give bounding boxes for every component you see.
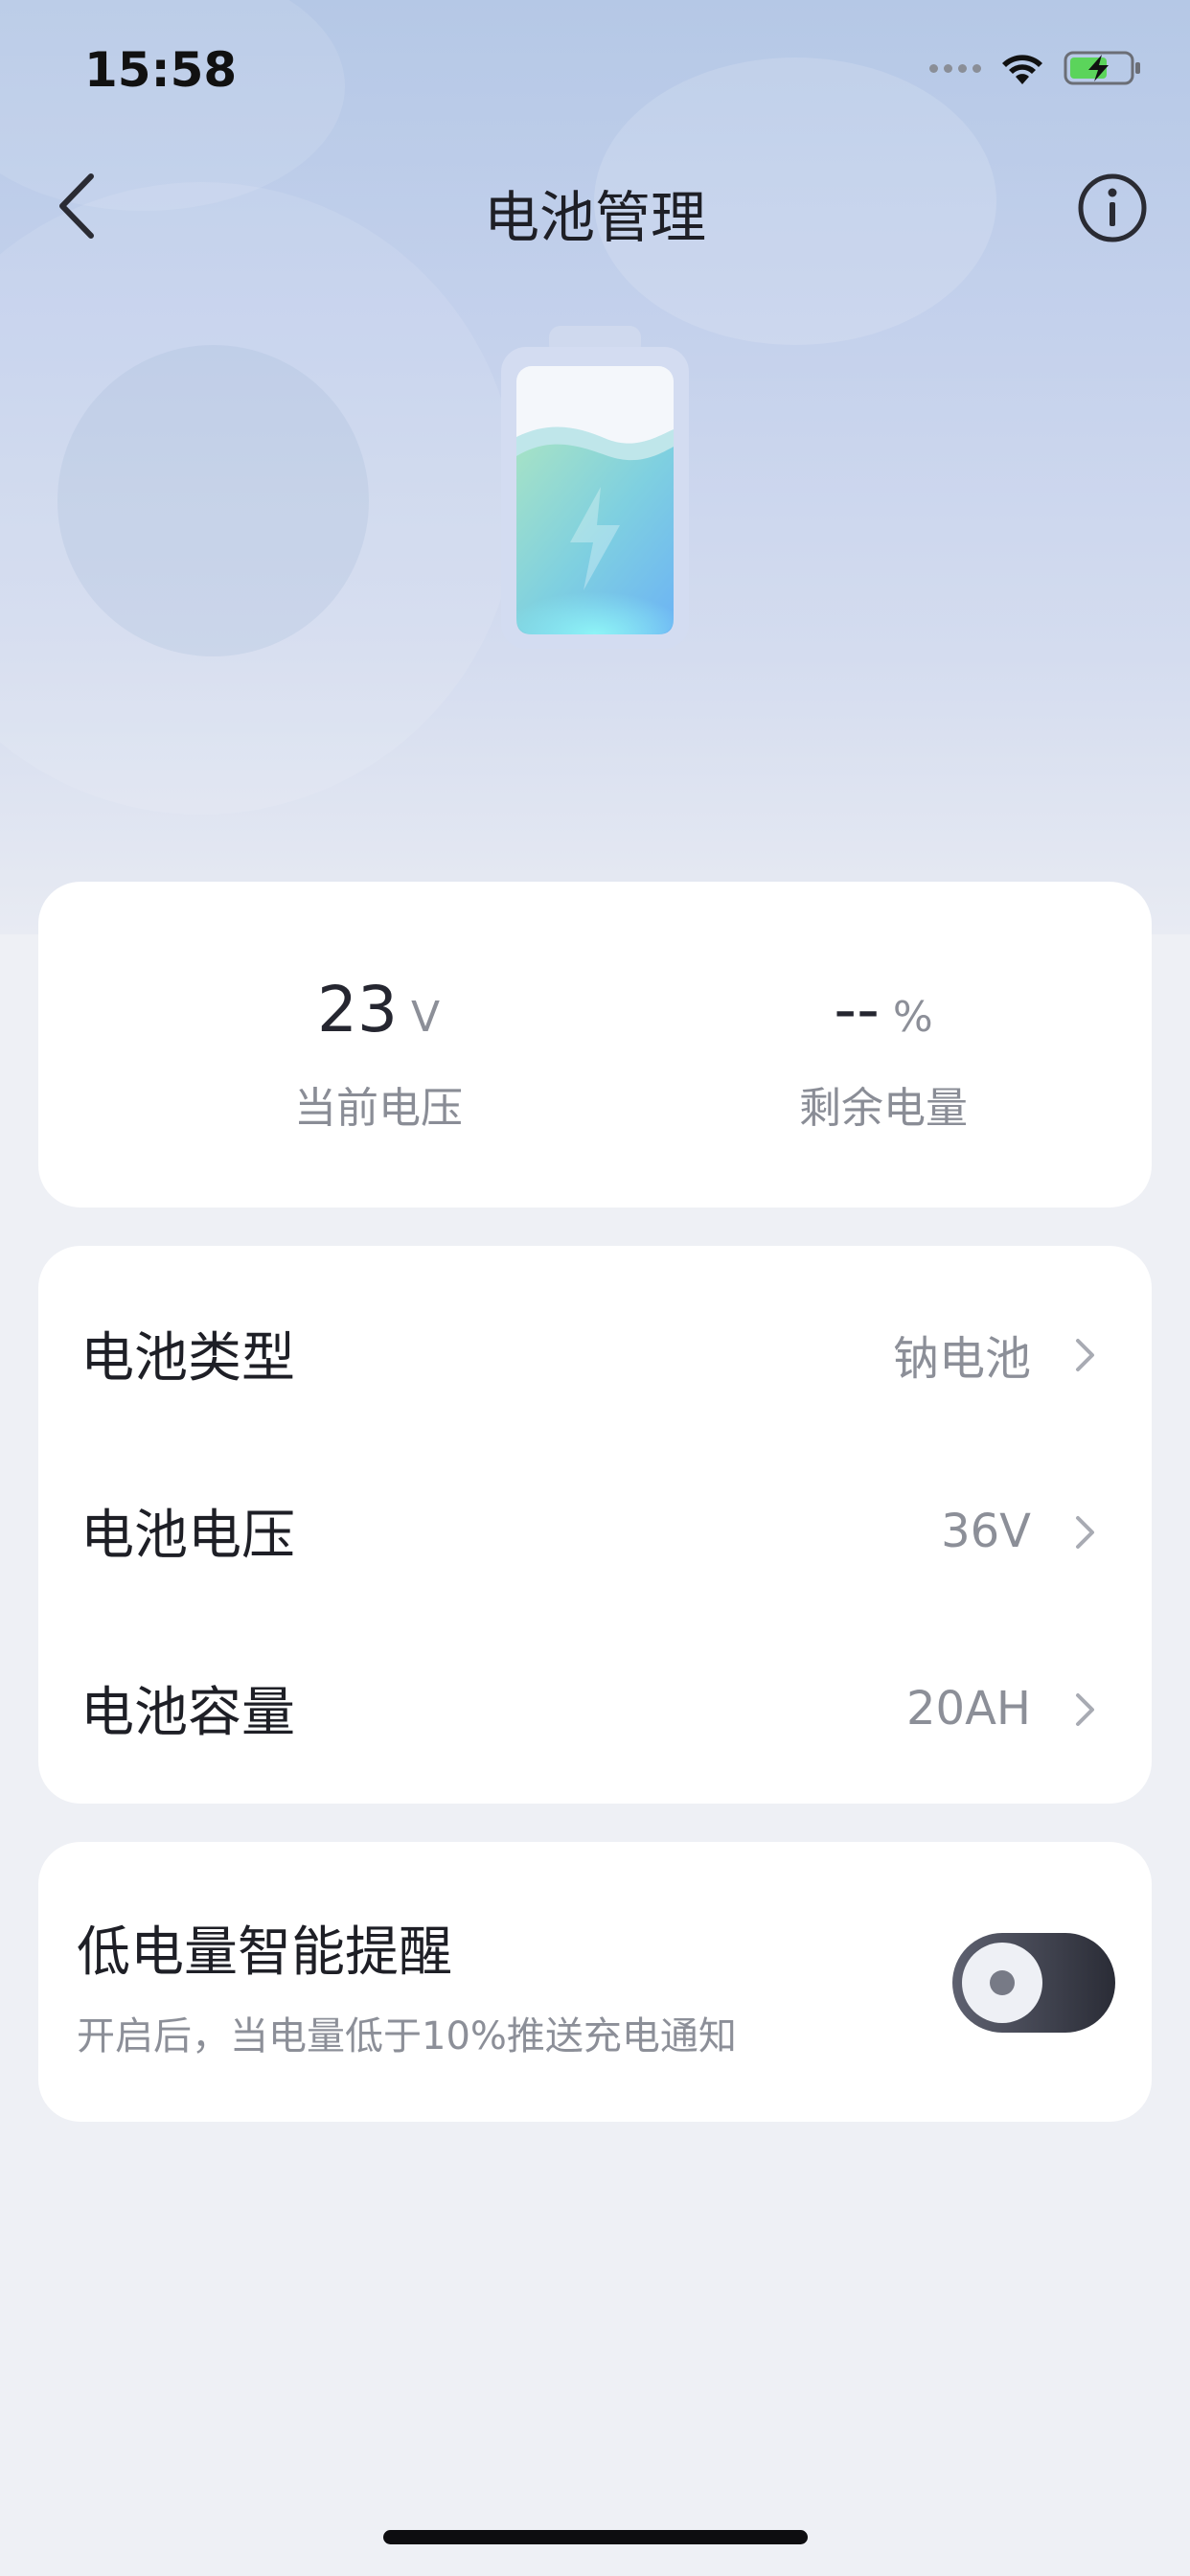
- low-battery-alert-toggle[interactable]: [952, 1933, 1115, 2033]
- row-value: 20AH: [905, 1681, 1031, 1736]
- remaining-label: 剩余电量: [799, 1084, 968, 1133]
- alert-subtitle: 开启后，当电量低于10%推送充电通知: [77, 2014, 737, 2058]
- battery-stats-card: 23 V 当前电压 --% 剩余电量: [38, 882, 1152, 1208]
- decor-circle: [57, 345, 369, 656]
- battery-type-row[interactable]: 电池类型 钠电池: [38, 1265, 1152, 1442]
- wifi-icon: [1002, 55, 1042, 84]
- cellular-signal-icon: [929, 63, 981, 73]
- voltage-value: 23: [316, 973, 398, 1046]
- voltage-unit: V: [410, 993, 441, 1042]
- battery-charging-icon: [1064, 51, 1140, 85]
- status-time: 15:58: [84, 42, 238, 98]
- toggle-dot: [990, 1970, 1015, 1995]
- remaining-unit: %: [892, 993, 933, 1042]
- remaining-charge-stat: --% 剩余电量: [692, 973, 1075, 1135]
- alert-title: 低电量智能提醒: [77, 1921, 452, 1984]
- battery-illustration: [501, 326, 689, 649]
- status-icons: [929, 50, 1142, 86]
- row-label: 电池类型: [80, 1327, 295, 1390]
- toggle-knob: [962, 1943, 1042, 2023]
- battery-info-card: 电池类型 钠电池 电池电压 36V 电池容量 20AH: [38, 1246, 1152, 1804]
- battery-voltage-row[interactable]: 电池电压 36V: [38, 1442, 1152, 1620]
- row-value: 36V: [941, 1504, 1031, 1558]
- row-label: 电池容量: [80, 1682, 295, 1744]
- voltage-label: 当前电压: [294, 1084, 463, 1133]
- chevron-right-icon: [1076, 1693, 1094, 1726]
- home-indicator: [383, 2530, 808, 2544]
- current-voltage-stat: 23 V 当前电压: [187, 973, 570, 1135]
- low-battery-alert-card: 低电量智能提醒 开启后，当电量低于10%推送充电通知: [38, 1842, 1152, 2122]
- chevron-right-icon: [1076, 1339, 1094, 1371]
- battery-capacity-row[interactable]: 电池容量 20AH: [38, 1620, 1152, 1797]
- row-label: 电池电压: [80, 1505, 295, 1567]
- chevron-right-icon: [1076, 1516, 1094, 1549]
- page-title: 电池管理: [483, 185, 706, 250]
- info-circle-icon[interactable]: [1077, 172, 1148, 243]
- row-value: 钠电池: [892, 1331, 1031, 1386]
- remaining-value: --: [834, 973, 880, 1046]
